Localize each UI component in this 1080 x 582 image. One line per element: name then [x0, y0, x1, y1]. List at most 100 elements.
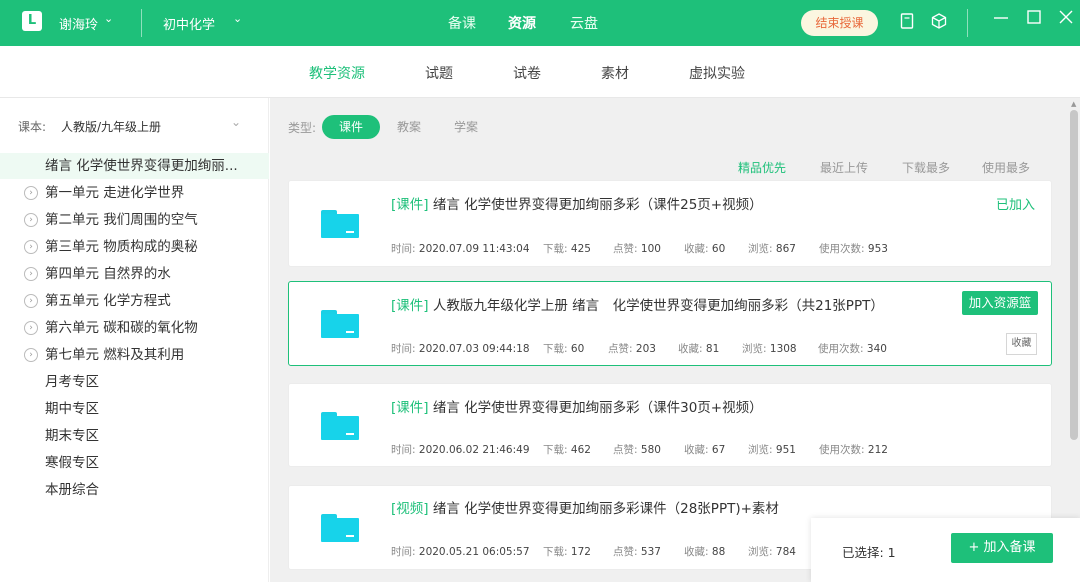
favorite-button[interactable]: 收藏 [1006, 333, 1037, 355]
cube-icon[interactable] [931, 13, 947, 34]
sidebar-item-unit-5[interactable]: › 第五单元 化学方程式 [0, 288, 269, 314]
sidebar-item-label: 寒假专区 [45, 455, 99, 471]
sidebar-item-monthly[interactable]: 月考专区 [0, 369, 269, 395]
resource-meta: 收藏: 60 [684, 243, 726, 255]
sidebar-item-label: 第三单元 物质构成的奥秘 [45, 239, 198, 255]
resource-card[interactable]: [课件] 人教版九年级化学上册 绪言 化学使世界变得更加绚丽多彩（共21张PPT… [288, 281, 1052, 366]
sidebar-item-unit-4[interactable]: › 第四单元 自然界的水 [0, 261, 269, 287]
type-filter-courseware[interactable]: 课件 [322, 115, 380, 139]
resource-card[interactable]: [课件] 绪言 化学使世界变得更加绚丽多彩（课件30页+视频） 时间: 2020… [288, 383, 1052, 467]
resource-meta: 浏览: 867 [748, 243, 796, 255]
sidebar-item-label: 第二单元 我们周围的空气 [45, 212, 198, 228]
resource-meta: 浏览: 1308 [742, 343, 797, 355]
tab-papers[interactable]: 试卷 [513, 63, 541, 83]
user-name[interactable]: 谢海玲 [59, 14, 98, 33]
selected-count: 已选择: 1 [842, 545, 896, 560]
sidebar-item-unit-7[interactable]: › 第七单元 燃料及其利用 [0, 342, 269, 368]
divider [141, 9, 142, 37]
sidebar-item-label: 月考专区 [45, 374, 99, 390]
subject-selector[interactable]: 初中化学 [163, 14, 215, 33]
add-to-lesson-button[interactable]: + 加入备课 [951, 533, 1053, 563]
nav-resources[interactable]: 资源 [508, 13, 536, 33]
sidebar-item-midterm[interactable]: 期中专区 [0, 396, 269, 422]
resource-meta: 点赞: 100 [613, 243, 661, 255]
close-icon[interactable] [1058, 9, 1074, 30]
nav-cloud-drive[interactable]: 云盘 [570, 13, 598, 33]
sidebar-item-unit-6[interactable]: › 第六单元 碳和碳的氧化物 [0, 315, 269, 341]
resource-meta: 点赞: 537 [613, 546, 661, 558]
chevron-right-icon[interactable]: › [24, 213, 38, 227]
sidebar-item-label: 第七单元 燃料及其利用 [45, 347, 185, 363]
resource-meta: 点赞: 580 [613, 444, 661, 456]
type-label: 类型: [288, 121, 317, 135]
tab-materials[interactable]: 素材 [601, 63, 629, 83]
sort-most-downloads[interactable]: 下载最多 [902, 159, 950, 176]
resource-card[interactable]: [课件] 绪言 化学使世界变得更加绚丽多彩（课件25页+视频） 时间: 2020… [288, 180, 1052, 267]
tab-virtual-experiment[interactable]: 虚拟实验 [689, 63, 745, 83]
chevron-down-icon[interactable]: ⌄ [231, 115, 241, 129]
sidebar-item-unit-1[interactable]: › 第一单元 走进化学世界 [0, 180, 269, 206]
resource-title[interactable]: [视频] 绪言 化学使世界变得更加绚丽多彩课件（28张PPT)+素材 [391, 497, 779, 517]
resource-meta: 点赞: 203 [608, 343, 656, 355]
sidebar-item-label: 本册综合 [45, 482, 99, 498]
sidebar-item-winter[interactable]: 寒假专区 [0, 450, 269, 476]
chevron-down-icon[interactable]: ⌄ [104, 12, 113, 25]
tab-teaching-resources[interactable]: 教学资源 [309, 63, 365, 83]
resource-meta: 收藏: 88 [684, 546, 726, 558]
chevron-right-icon[interactable]: › [24, 348, 38, 362]
chevron-right-icon[interactable]: › [24, 267, 38, 281]
resource-meta: 使用次数: 340 [818, 343, 887, 355]
book-icon[interactable] [900, 13, 914, 34]
sidebar-item-label: 第一单元 走进化学世界 [45, 185, 185, 201]
selection-panel: 已选择: 1 + 加入备课 [811, 518, 1080, 582]
maximize-icon[interactable] [1026, 9, 1042, 30]
sidebar-item-unit-2[interactable]: › 第二单元 我们周围的空气 [0, 207, 269, 233]
resource-meta: 时间: 2020.05.21 06:05:57 [391, 546, 530, 558]
sort-quality-first[interactable]: 精品优先 [738, 159, 786, 176]
chevron-down-icon[interactable]: ⌄ [233, 12, 242, 25]
resource-meta: 下载: 172 [543, 546, 591, 558]
resource-meta: 浏览: 951 [748, 444, 796, 456]
type-filter-study-plan[interactable]: 学案 [454, 115, 478, 139]
tab-questions[interactable]: 试题 [425, 63, 453, 83]
sidebar-item-intro[interactable]: 绪言 化学使世界变得更加绚丽... [0, 153, 269, 179]
sidebar-item-comprehensive[interactable]: 本册综合 [0, 477, 269, 503]
app-logo: L [22, 11, 42, 31]
resource-title[interactable]: [课件] 绪言 化学使世界变得更加绚丽多彩（课件30页+视频） [391, 396, 763, 416]
chevron-right-icon[interactable]: › [24, 240, 38, 254]
chevron-right-icon[interactable]: › [24, 294, 38, 308]
type-filter-lesson-plan[interactable]: 教案 [397, 115, 421, 139]
sort-recent-upload[interactable]: 最近上传 [820, 159, 868, 176]
nav-lesson-prep[interactable]: 备课 [448, 13, 476, 33]
folder-icon [321, 412, 359, 440]
added-status: 已加入 [995, 198, 1035, 213]
add-to-basket-button[interactable]: 加入资源篮 [962, 291, 1038, 315]
sidebar-item-final[interactable]: 期末专区 [0, 423, 269, 449]
resource-title[interactable]: [课件] 绪言 化学使世界变得更加绚丽多彩（课件25页+视频） [391, 193, 763, 213]
resource-meta: 使用次数: 212 [819, 444, 888, 456]
end-class-button[interactable]: 结束授课 [801, 10, 878, 36]
resource-list-panel: 类型: 课件 教案 学案 精品优先 最近上传 下载最多 使用最多 [课件] 绪言… [270, 98, 1080, 582]
folder-icon [321, 310, 359, 338]
divider [967, 9, 968, 37]
course-selector[interactable]: 人教版/九年级上册 [61, 118, 161, 135]
sidebar-item-unit-3[interactable]: › 第三单元 物质构成的奥秘 [0, 234, 269, 260]
resource-meta: 时间: 2020.06.02 21:46:49 [391, 444, 530, 456]
chevron-right-icon[interactable]: › [24, 321, 38, 335]
scrollbar[interactable] [1070, 110, 1078, 440]
chevron-right-icon[interactable]: › [24, 186, 38, 200]
resource-meta: 下载: 425 [543, 243, 591, 255]
top-bar: L 谢海玲 ⌄ 初中化学 ⌄ 备课 资源 云盘 结束授课 [0, 0, 1080, 46]
scroll-up-icon[interactable]: ▲ [1071, 100, 1076, 108]
resource-title[interactable]: [课件] 人教版九年级化学上册 绪言 化学使世界变得更加绚丽多彩（共21张PPT… [391, 294, 884, 314]
resource-meta: 下载: 60 [543, 343, 585, 355]
sort-most-used[interactable]: 使用最多 [982, 159, 1030, 176]
resource-meta: 时间: 2020.07.09 11:43:04 [391, 243, 530, 255]
sidebar-item-label: 期中专区 [45, 401, 99, 417]
minimize-icon[interactable] [993, 9, 1009, 30]
resource-meta: 收藏: 81 [678, 343, 720, 355]
resource-meta: 时间: 2020.07.03 09:44:18 [391, 343, 530, 355]
resource-meta: 使用次数: 953 [819, 243, 888, 255]
resource-tabs: 教学资源 试题 试卷 素材 虚拟实验 [0, 46, 1080, 98]
resource-meta: 下载: 462 [543, 444, 591, 456]
